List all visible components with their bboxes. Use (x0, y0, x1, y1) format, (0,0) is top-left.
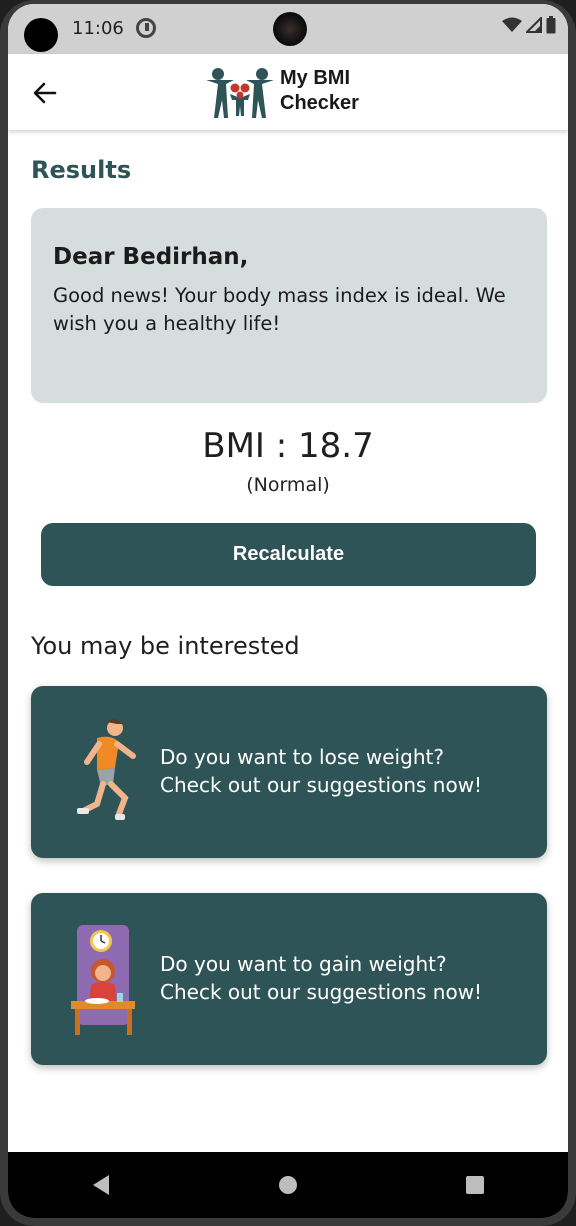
suggestions-title: You may be interested (31, 632, 300, 660)
front-camera-cutout (24, 18, 58, 52)
results-title: Results (31, 156, 132, 184)
circle-home-icon (278, 1176, 297, 1194)
lose-weight-cta: Check out our suggestions now! (160, 773, 483, 797)
recalculate-button[interactable]: Recalculate (41, 523, 536, 586)
status-icons (502, 16, 556, 34)
app-brand-name: My BMI Checker (280, 67, 359, 114)
family-logo-icon (206, 68, 274, 118)
lose-weight-question: Do you want to lose weight? (160, 745, 444, 769)
camera-lens-icon (273, 12, 307, 46)
result-message-text: Good news! Your body mass index is ideal… (53, 284, 506, 335)
nav-recents-button[interactable] (455, 1165, 495, 1205)
bmi-category: (Normal) (246, 474, 330, 496)
gain-weight-question: Do you want to gain weight? (160, 952, 447, 976)
square-recents-icon (465, 1176, 484, 1194)
nav-home-button[interactable] (268, 1165, 308, 1205)
wifi-icon (502, 17, 522, 32)
signal-icon (526, 17, 542, 33)
notification-app-icon (136, 18, 156, 38)
phone-frame: 11:06 My BMI Checker Results Dear Bedirh… (0, 0, 576, 1226)
status-bar: 11:06 (8, 4, 568, 54)
gain-weight-cta: Check out our suggestions now! (160, 980, 483, 1004)
result-message-card: Dear Bedirhan, Good news! Your body mass… (31, 208, 547, 403)
nav-back-button[interactable] (81, 1165, 121, 1205)
status-time: 11:06 (72, 18, 124, 39)
lose-weight-card[interactable]: Do you want to lose weight? Check out ou… (31, 686, 547, 858)
greeting-text: Dear Bedirhan, (53, 244, 249, 270)
gain-weight-card[interactable]: Do you want to gain weight? Check out ou… (31, 893, 547, 1065)
running-person-icon (77, 719, 136, 820)
arrow-left-icon (33, 82, 57, 104)
eating-person-icon (71, 925, 135, 1035)
battery-icon (546, 16, 556, 34)
system-nav-bar (8, 1152, 568, 1218)
gain-weight-text: Do you want to gain weight? Check out ou… (160, 950, 482, 1006)
screen: 11:06 My BMI Checker Results Dear Bedirh… (8, 4, 568, 1218)
app-bar: My BMI Checker (8, 54, 568, 130)
back-button[interactable] (30, 78, 60, 108)
lose-weight-text: Do you want to lose weight? Check out ou… (160, 743, 482, 799)
bmi-value: BMI : 18.7 (202, 426, 374, 466)
triangle-back-icon (93, 1175, 110, 1195)
